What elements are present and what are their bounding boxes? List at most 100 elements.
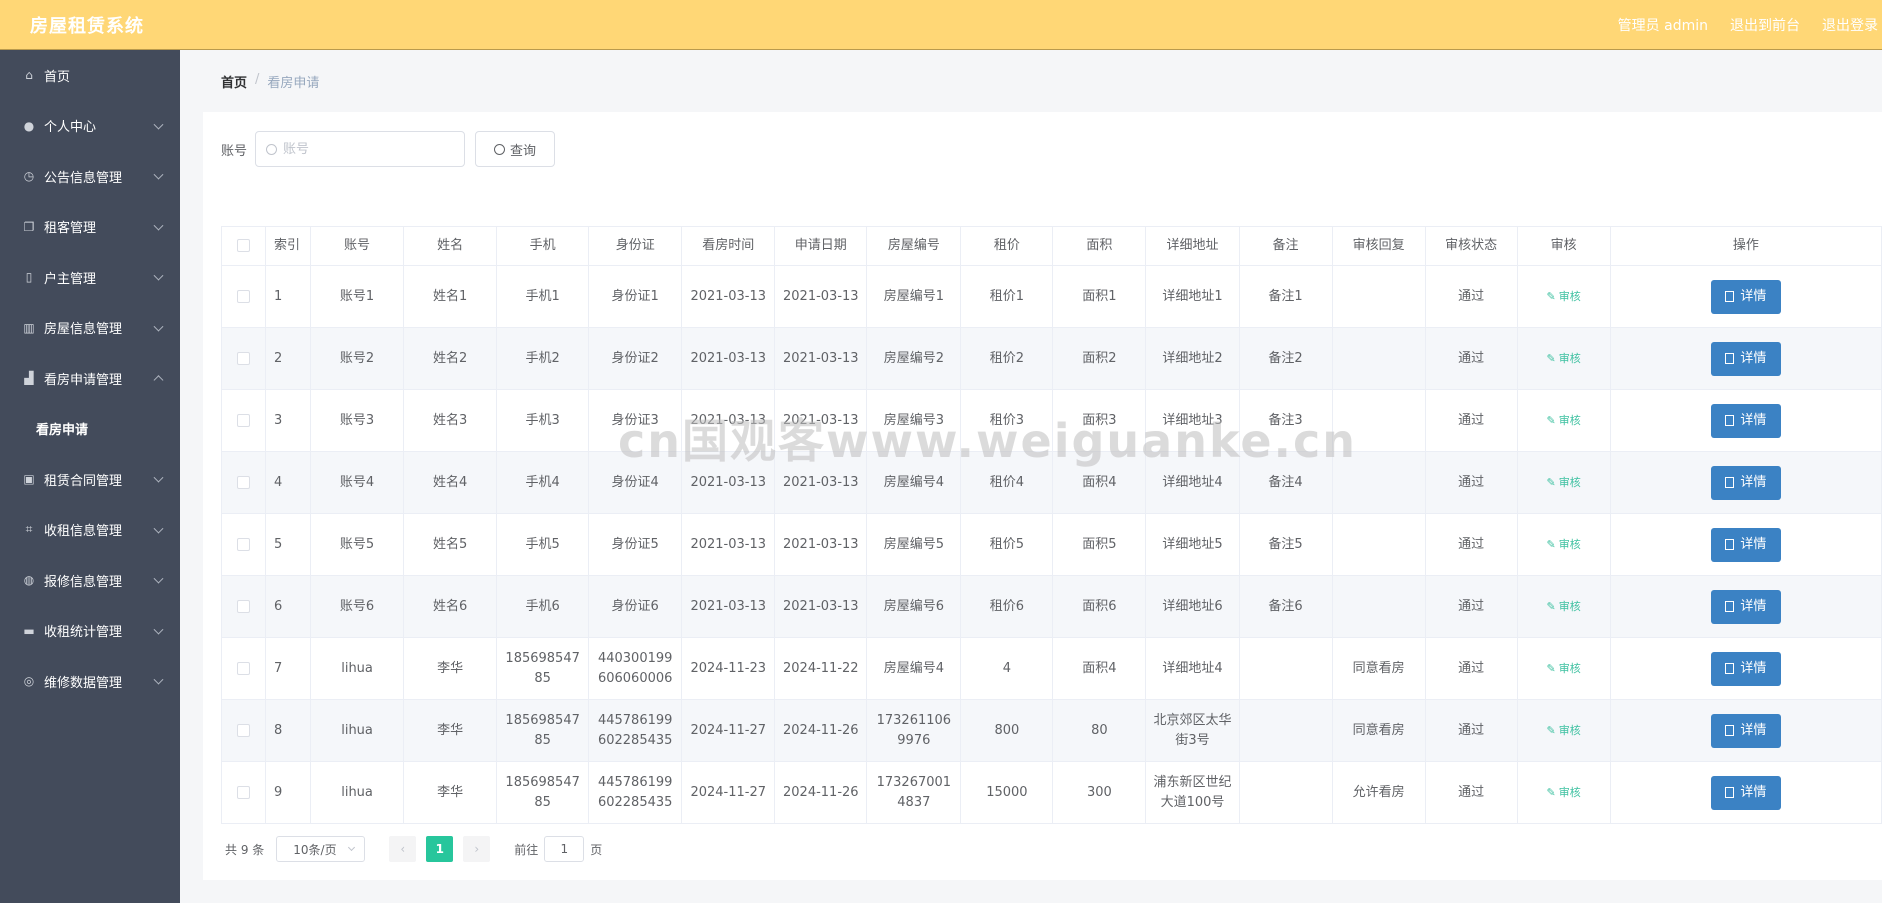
row-checkbox[interactable] <box>237 413 250 427</box>
table-cell: 账号4 <box>310 451 405 514</box>
sidebar-item-house[interactable]: ▥ 房屋信息管理 <box>0 303 180 354</box>
row-checkbox[interactable] <box>237 475 250 489</box>
operation-cell: 详情 <box>1609 699 1882 762</box>
audit-label: 审核 <box>1558 537 1581 551</box>
sidebar-subitem-viewing-request[interactable]: 看房申请 <box>0 403 180 454</box>
sidebar-item-maintenance[interactable]: ◎ 维修数据管理 <box>0 656 180 707</box>
audit-label: 审核 <box>1558 289 1581 303</box>
table-cell: 租价5 <box>960 513 1054 576</box>
table-row: 4 账号4 姓名4 手机4 身份证4 2021-03-13 2021-03-13 房屋编号4 租… <box>220 451 1882 514</box>
detail-button[interactable]: 详情 <box>1710 341 1781 376</box>
row-checkbox[interactable] <box>237 723 250 737</box>
sidebar-item-notice[interactable]: ◷ 公告信息管理 <box>0 151 180 202</box>
query-button[interactable]: 查询 <box>475 131 556 167</box>
table-row: 5 账号5 姓名5 手机5 身份证5 2021-03-13 2021-03-13 房屋编号5 租… <box>220 513 1882 576</box>
detail-button[interactable]: 详情 <box>1710 527 1781 562</box>
sidebar-item-repair[interactable]: ◍ 报修信息管理 <box>0 555 180 606</box>
audit-link[interactable]: ✎ 审核 <box>1547 662 1581 675</box>
to-front-link[interactable]: 退出到前台 <box>1730 15 1800 35</box>
table-cell: 面积4 <box>1052 637 1147 700</box>
sidebar-item-label: 收租信息管理 <box>44 524 123 540</box>
document-icon <box>1725 787 1735 798</box>
table-cell: 姓名2 <box>403 327 498 390</box>
table-cell: 面积5 <box>1052 513 1147 576</box>
breadcrumb-home[interactable]: 首页 <box>221 72 247 91</box>
table-cell: 4 <box>960 637 1054 700</box>
prev-page-button[interactable]: ‹ <box>389 836 417 862</box>
audit-link[interactable]: ✎ 审核 <box>1547 600 1581 613</box>
logout-link[interactable]: 退出登录 <box>1822 15 1878 35</box>
mic-icon: ▯ <box>25 270 33 285</box>
sidebar-item-owner[interactable]: ▯ 户主管理 <box>0 252 180 303</box>
sidebar-item-rent[interactable]: ⌗ 收租信息管理 <box>0 505 180 556</box>
table-cell: 姓名3 <box>403 389 498 452</box>
audit-link[interactable]: ✎ 审核 <box>1547 724 1581 737</box>
audit-link[interactable]: ✎ 审核 <box>1547 538 1581 551</box>
table-cell: 手机2 <box>496 327 590 390</box>
detail-button[interactable]: 详情 <box>1710 589 1781 624</box>
detail-button[interactable]: 详情 <box>1710 465 1781 500</box>
page-number-button[interactable]: 1 <box>426 836 454 862</box>
audit-cell: ✎ 审核 <box>1516 761 1611 824</box>
table-cell: 9 <box>265 761 312 824</box>
operation-cell: 详情 <box>1609 637 1882 700</box>
detail-button[interactable]: 详情 <box>1710 775 1781 810</box>
row-checkbox[interactable] <box>237 785 250 799</box>
sidebar-item-tenant[interactable]: ❐ 租客管理 <box>0 202 180 253</box>
row-select-cell <box>220 575 267 638</box>
audit-label: 审核 <box>1558 475 1581 489</box>
chevron-down-icon <box>153 169 164 180</box>
sidebar-item-home[interactable]: ⌂ 首页 <box>0 50 180 101</box>
table-cell: 房屋编号4 <box>866 451 962 514</box>
chevron-down-icon <box>153 321 164 332</box>
table-cell: 2024-11-23 <box>681 637 776 700</box>
detail-button-label: 详情 <box>1740 784 1767 800</box>
select-all-checkbox[interactable] <box>237 239 250 252</box>
audit-link[interactable]: ✎ 审核 <box>1547 786 1581 799</box>
top-right-links: 管理员 admin 退出到前台 退出登录 <box>1618 0 1878 50</box>
detail-button-label: 详情 <box>1740 288 1767 304</box>
table-cell: 2021-03-13 <box>774 575 868 638</box>
audit-link[interactable]: ✎ 审核 <box>1547 352 1581 365</box>
row-checkbox[interactable] <box>237 351 250 365</box>
sidebar-item-rent-stats[interactable]: ▬ 收租统计管理 <box>0 606 180 657</box>
detail-button[interactable]: 详情 <box>1710 651 1781 686</box>
audit-link[interactable]: ✎ 审核 <box>1547 476 1581 489</box>
thumb-icon: ▟ <box>24 371 34 386</box>
table-cell: 通过 <box>1424 699 1518 762</box>
table-cell: 账号2 <box>310 327 405 390</box>
table-row: 6 账号6 姓名6 手机6 身份证6 2021-03-13 2021-03-13 房屋编号6 租… <box>220 575 1882 638</box>
page-size-select[interactable]: 10条/页 <box>276 836 366 862</box>
goto-page-input[interactable]: 1 <box>544 836 585 862</box>
table-cell: 手机5 <box>496 513 590 576</box>
row-select-cell <box>220 637 267 700</box>
sidebar-item-personal[interactable]: ● 个人中心 <box>0 101 180 152</box>
detail-button-label: 详情 <box>1740 474 1767 490</box>
table-cell: 18569854785 <box>496 761 590 824</box>
query-button-label: 查询 <box>510 143 537 159</box>
table-row: 1 账号1 姓名1 手机1 身份证1 2021-03-13 2021-03-13 房屋编号1 租… <box>220 265 1882 328</box>
row-checkbox[interactable] <box>237 289 250 303</box>
audit-cell: ✎ 审核 <box>1516 575 1611 638</box>
row-checkbox[interactable] <box>237 661 250 675</box>
detail-button[interactable]: 详情 <box>1710 403 1781 438</box>
table-cell <box>1331 265 1426 328</box>
table-cell: 李华 <box>403 761 498 824</box>
row-checkbox[interactable] <box>237 599 250 613</box>
audit-link[interactable]: ✎ 审核 <box>1547 414 1581 427</box>
detail-button[interactable]: 详情 <box>1710 279 1781 314</box>
table-cell: 租价3 <box>960 389 1054 452</box>
table-cell: 浦东新区世纪大道100号 <box>1145 761 1240 824</box>
table-cell: 备注3 <box>1238 389 1333 452</box>
table-cell: 李华 <box>403 637 498 700</box>
sidebar-item-contract[interactable]: ▣ 租赁合同管理 <box>0 454 180 505</box>
sidebar-item-viewing[interactable]: ▟ 看房申请管理 <box>0 353 180 404</box>
detail-button[interactable]: 详情 <box>1710 713 1781 748</box>
chevron-down-icon <box>153 573 164 584</box>
audit-label: 审核 <box>1558 661 1581 675</box>
table-cell: 1732670014837 <box>866 761 962 824</box>
next-page-button[interactable]: › <box>463 836 491 862</box>
search-input[interactable] <box>283 141 444 157</box>
audit-link[interactable]: ✎ 审核 <box>1547 290 1581 303</box>
row-checkbox[interactable] <box>237 537 250 551</box>
